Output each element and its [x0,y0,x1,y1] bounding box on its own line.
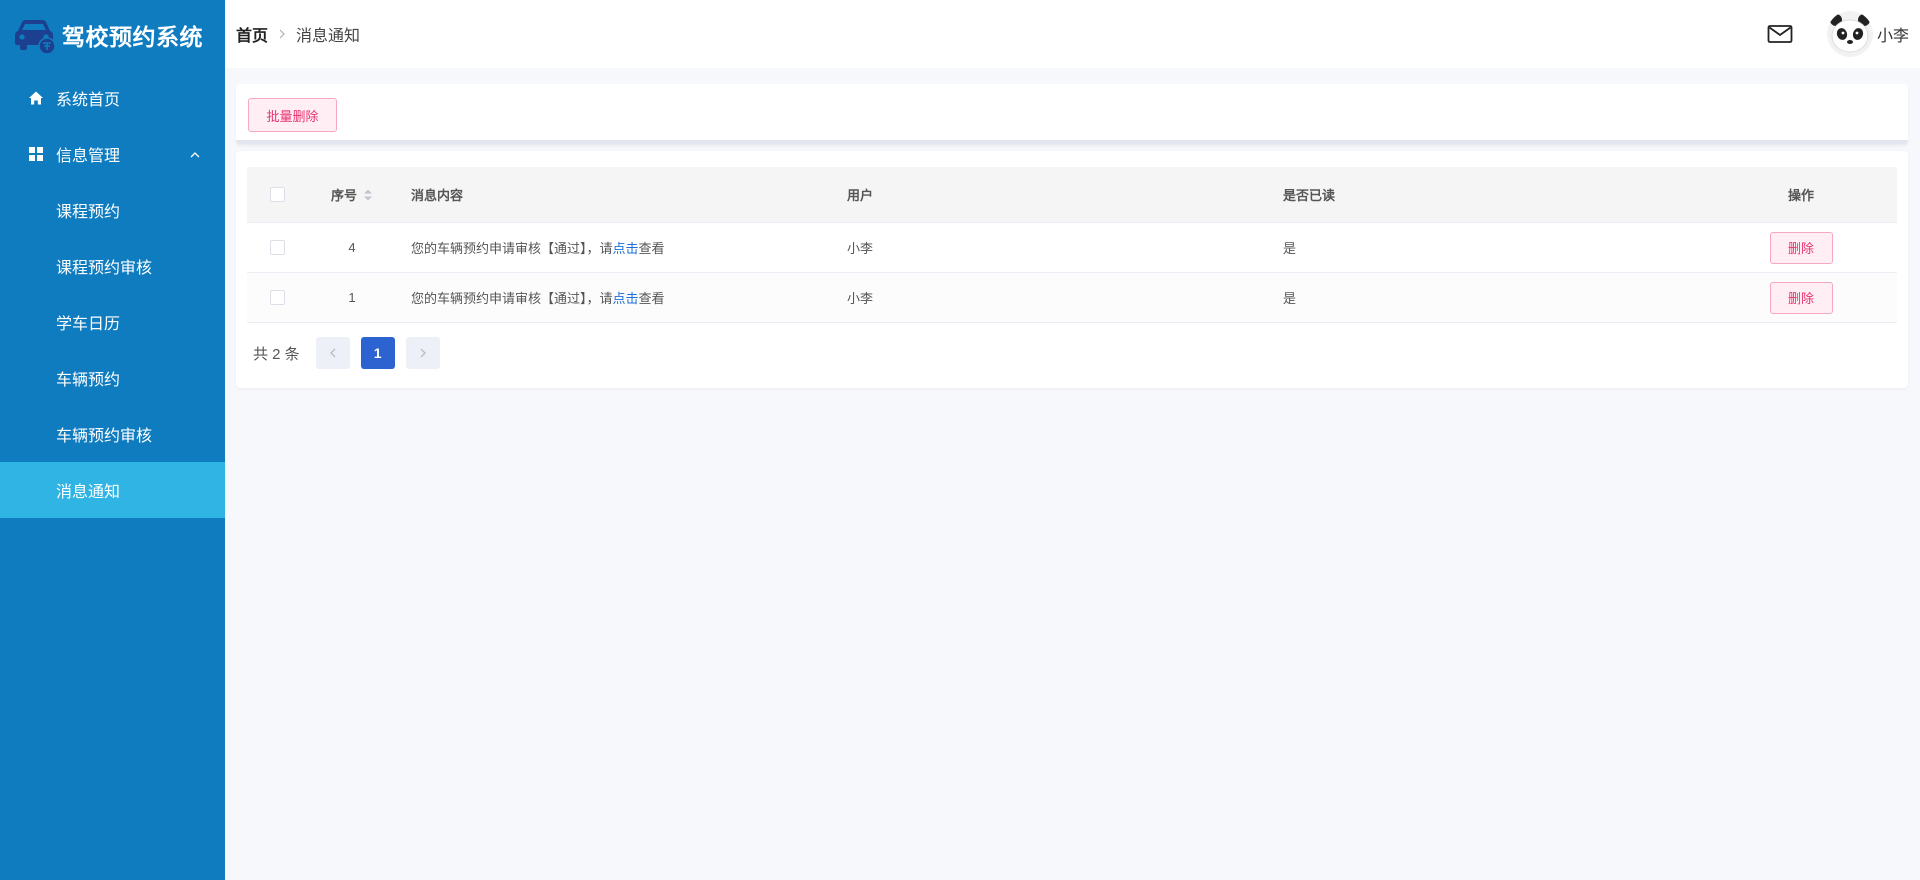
sidebar-item-info-management[interactable]: 信息管理 [0,126,225,182]
row-read: 是 [1283,291,1297,306]
column-header-read: 是否已读 [1283,188,1336,203]
content-text: 查看 [638,241,665,256]
content-text: 您的车辆预约申请审核【通过】，请 [411,291,613,306]
row-user: 小李 [847,241,874,256]
page-number-button[interactable]: 1 [360,337,395,369]
next-page-button[interactable] [405,337,440,369]
row-content: 您的车辆预约申请审核【通过】，请点击查看 [397,288,833,307]
row-read: 是 [1283,241,1297,256]
sidebar-item-label: 课程预约 [56,204,121,221]
sidebar-item-label: 车辆预约审核 [56,428,153,445]
chevron-left-icon [329,348,336,358]
delete-button[interactable]: 删除 [1769,231,1833,264]
sidebar-item-label: 消息通知 [56,484,121,501]
sidebar-item-label: 学车日历 [56,316,121,333]
car-icon [12,15,56,55]
home-icon [28,90,44,106]
column-header-user: 用户 [847,188,874,203]
batch-delete-button[interactable]: 批量删除 [248,98,337,132]
table-card: 序号 消息内容 用户 是否已读 操作 4 您的车辆预约申请审核【通过】，请点击查… [236,151,1908,388]
content-text: 查看 [638,291,665,306]
sidebar-menu: 系统首页 信息管理 课程预约 课程预约审核 学车日历 车辆预约 车辆预约审核 消… [0,70,225,518]
column-header-op: 操作 [1787,188,1814,203]
sidebar-item-label: 信息管理 [56,148,121,165]
sidebar-item-notifications[interactable]: 消息通知 [0,462,225,518]
view-link[interactable]: 点击 [613,241,639,256]
sidebar-item-course-booking[interactable]: 课程预约 [0,182,225,238]
user-name[interactable]: 小李 [1877,22,1909,46]
pagination-total: 共 2 条 [253,345,300,363]
select-all-checkbox[interactable] [269,187,285,202]
row-index: 4 [348,240,356,255]
chevron-right-icon [420,348,426,358]
sidebar-submenu: 课程预约 课程预约审核 学车日历 车辆预约 车辆预约审核 消息通知 [0,182,225,518]
row-index: 1 [348,290,356,305]
row-checkbox[interactable] [269,240,285,255]
column-header-content: 消息内容 [411,188,464,203]
mail-icon[interactable] [1767,24,1793,44]
sidebar-item-course-booking-review[interactable]: 课程预约审核 [0,238,225,294]
chevron-right-icon [278,28,286,40]
sidebar-item-vehicle-booking[interactable]: 车辆预约 [0,350,225,406]
sidebar-item-home[interactable]: 系统首页 [0,70,225,126]
sidebar: 驾校预约系统 系统首页 信息管理 课程预约 课程预约审核 学车日历 车辆预约 车… [0,0,225,880]
sidebar-item-driving-calendar[interactable]: 学车日历 [0,294,225,350]
breadcrumb: 首页 消息通知 [225,22,360,46]
breadcrumb-home[interactable]: 首页 [236,22,268,46]
prev-page-button[interactable] [315,337,350,369]
sidebar-item-label: 课程预约审核 [56,260,153,277]
column-header-index[interactable]: 序号 [331,185,357,204]
avatar[interactable] [1826,11,1873,57]
app-title: 驾校预约系统 [62,24,203,50]
sort-icon[interactable] [363,188,373,202]
chevron-up-icon [189,148,201,160]
sidebar-item-label: 系统首页 [56,92,121,109]
app-logo[interactable]: 驾校预约系统 [0,0,225,70]
sidebar-item-label: 车辆预约 [56,372,121,389]
row-checkbox[interactable] [269,290,285,305]
delete-button[interactable]: 删除 [1769,281,1833,314]
table-row: 1 您的车辆预约申请审核【通过】，请点击查看 小李 是 删除 [247,273,1897,323]
table-header: 序号 消息内容 用户 是否已读 操作 [247,167,1897,223]
notifications-table: 序号 消息内容 用户 是否已读 操作 4 您的车辆预约申请审核【通过】，请点击查… [247,167,1897,323]
toolbar-card: 批量删除 [236,84,1908,144]
top-header: 首页 消息通知 小李 [225,0,1920,68]
content-text: 您的车辆预约申请审核【通过】，请 [411,241,613,256]
view-link[interactable]: 点击 [613,291,639,306]
sidebar-item-vehicle-booking-review[interactable]: 车辆预约审核 [0,406,225,462]
grid-icon [28,146,44,162]
header-user-area: 小李 [1767,0,1909,68]
pagination: 共 2 条 1 [253,337,451,369]
row-user: 小李 [847,291,874,306]
row-content: 您的车辆预约申请审核【通过】，请点击查看 [397,238,833,257]
breadcrumb-current: 消息通知 [296,28,361,45]
table-row: 4 您的车辆预约申请审核【通过】，请点击查看 小李 是 删除 [247,223,1897,273]
